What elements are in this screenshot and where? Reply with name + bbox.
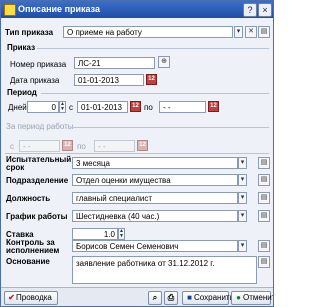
days-label: Дней [8,103,27,112]
order-number-field[interactable]: ЛС-21 [74,57,155,69]
divider [41,93,269,94]
work-period-to-calendar-icon: 12 [137,140,148,151]
basis-list-icon[interactable]: ▤ [258,256,270,268]
divider [5,153,269,154]
divider [71,127,269,128]
period-to-label: по [144,103,153,112]
work-period-section-title: За период работы [6,122,74,131]
basis-label: Основание [6,257,50,266]
cancel-circle-icon: ● [236,293,241,302]
work-period-from-calendar-icon: 12 [62,140,73,151]
window-title: Описание приказа [18,4,101,14]
work-period-from-label: с [10,142,14,151]
close-icon[interactable]: × [258,3,272,17]
order-description-dialog: Описание приказа ? × Тип приказа О прием… [0,0,274,307]
period-to-field[interactable]: - - [159,101,206,113]
control-label: Контроль за исполнением [6,238,60,255]
order-type-label: Тип приказа [5,28,54,37]
control-dropdown-button[interactable]: ▾ [238,240,247,252]
period-section-title: Период [7,88,37,97]
probation-label: Испытательный срок [6,155,72,172]
button-bar: ✔Проводка ⌕ ⎙ ■Сохранить ●Отменить [1,287,273,306]
control-field[interactable]: Борисов Семен Семенович [72,240,238,252]
rate-spinner[interactable]: ▲ ▼ [118,228,125,240]
order-type-clear-icon[interactable]: ✕ [245,26,257,38]
position-field[interactable]: главный специалист [72,192,238,204]
order-number-label: Номер приказа [10,60,67,69]
position-label: Должность [6,194,51,203]
schedule-list-icon[interactable]: ▤ [258,210,270,222]
probation-dropdown-button[interactable]: ▾ [238,157,247,169]
order-number-lookup-icon[interactable]: ⊕ [158,56,170,68]
days-field[interactable]: 0 [27,101,59,113]
magnifier-icon: ⌕ [152,293,158,302]
save-button[interactable]: ■ Сохранить [182,291,234,305]
order-type-list-icon[interactable]: ▤ [258,26,270,38]
post-button[interactable]: ✔Проводка [4,291,58,305]
work-period-from-field: - - [19,140,60,152]
post-button-label: Проводка [16,293,52,302]
department-field[interactable]: Отдел оценки имущества [72,174,238,186]
work-period-to-field: - - [94,140,135,152]
position-dropdown-button[interactable]: ▾ [238,192,247,204]
period-from-field[interactable]: 01-01-2013 [77,101,128,113]
order-date-calendar-icon[interactable]: 12 [146,74,157,85]
probation-field[interactable]: 3 месяца [72,157,238,169]
document-icon [4,4,16,16]
department-label: Подразделение [6,176,69,185]
rate-field[interactable]: 1.0 [72,228,118,240]
basis-textarea[interactable]: заявление работника от 31.12.2012 г. [72,256,257,284]
order-type-field[interactable]: О приеме на работу [63,26,233,38]
cancel-button-label: Отменить [243,293,273,302]
title-bar: Описание приказа ? × [1,1,273,18]
order-date-field[interactable]: 01-01-2013 [74,74,144,86]
order-section-title: Приказ [7,43,36,52]
order-date-label: Дата приказа [10,76,60,85]
days-spinner[interactable]: ▲ ▼ [59,101,66,113]
floppy-icon: ■ [187,293,192,302]
printer-icon: ⎙ [167,293,175,302]
work-period-to-label: по [77,142,86,151]
divider [37,48,269,49]
schedule-dropdown-button[interactable]: ▾ [238,210,247,222]
position-list-icon[interactable]: ▤ [258,192,270,204]
preview-button[interactable]: ⌕ [148,291,162,305]
department-dropdown-button[interactable]: ▾ [238,174,247,186]
cancel-button[interactable]: ●Отменить [231,291,273,305]
probation-list-icon[interactable]: ▤ [258,157,270,169]
print-button[interactable]: ⎙ [164,291,178,305]
period-from-label: с [69,103,73,112]
period-from-calendar-icon[interactable]: 12 [130,101,141,112]
order-type-dropdown-button[interactable]: ▾ [234,26,243,38]
period-to-calendar-icon[interactable]: 12 [208,101,219,112]
checkmark-icon: ✔ [8,293,15,302]
control-list-icon[interactable]: ▤ [258,240,270,252]
save-button-label: Сохранить [194,293,234,302]
department-list-icon[interactable]: ▤ [258,174,270,186]
schedule-field[interactable]: Шестидневка (40 час.) [72,210,238,222]
help-icon[interactable]: ? [243,3,257,17]
schedule-label: График работы [6,212,68,221]
